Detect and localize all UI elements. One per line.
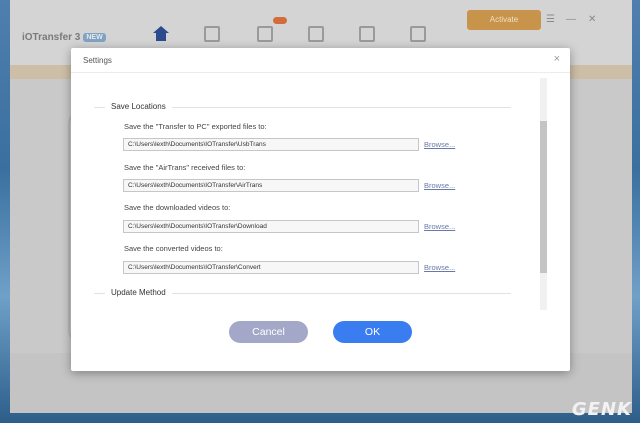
close-icon[interactable]: × [554, 53, 560, 65]
devices-icon[interactable] [359, 26, 375, 42]
scrollbar-thumb[interactable] [540, 121, 547, 273]
screen-icon[interactable] [308, 26, 324, 42]
new-badge: NEW [83, 32, 106, 42]
menu-icon[interactable]: ☰ [546, 14, 555, 25]
download-label: Save the downloaded videos to: [124, 203, 231, 212]
home-icon[interactable] [153, 26, 169, 42]
app-title: iOTransfer 3 NEW [22, 32, 106, 43]
tools-icon[interactable] [204, 26, 220, 42]
convert-path-field[interactable]: C:\Users\lexth\Documents\IOTransfer\Conv… [123, 261, 419, 274]
section-title-update-method: Update Method [105, 288, 172, 297]
browse-convert-link[interactable]: Browse... [424, 263, 455, 272]
app-title-text: iOTransfer 3 [22, 32, 81, 43]
airtrans-path-field[interactable]: C:\Users\lexth\Documents\IOTransfer\AirT… [123, 179, 419, 192]
close-window-icon[interactable]: ✕ [588, 14, 596, 25]
bag-icon[interactable] [257, 26, 273, 42]
browse-airtrans-link[interactable]: Browse... [424, 181, 455, 190]
section-title-save-locations: Save Locations [105, 102, 172, 111]
convert-label: Save the converted videos to: [124, 244, 223, 253]
usbtrans-path-field[interactable]: C:\Users\lexth\Documents\IOTransfer\UsbT… [123, 138, 419, 151]
usbtrans-label: Save the "Transfer to PC" exported files… [124, 122, 267, 131]
activate-button[interactable]: Activate [467, 10, 541, 30]
settings-dialog: Settings × Save Locations Save the "Tran… [71, 48, 570, 371]
notification-badge [273, 17, 287, 24]
minimize-icon[interactable]: — [566, 14, 576, 25]
ok-button[interactable]: OK [333, 321, 412, 343]
browse-usbtrans-link[interactable]: Browse... [424, 140, 455, 149]
browse-download-link[interactable]: Browse... [424, 222, 455, 231]
dialog-title: Settings [83, 56, 112, 65]
cancel-button[interactable]: Cancel [229, 321, 308, 343]
genk-watermark: GENK [571, 399, 632, 420]
download-path-field[interactable]: C:\Users\lexth\Documents\IOTransfer\Down… [123, 220, 419, 233]
toolbox-icon[interactable] [410, 26, 426, 42]
airtrans-label: Save the "AirTrans" received files to: [124, 163, 246, 172]
title-divider [71, 72, 570, 73]
